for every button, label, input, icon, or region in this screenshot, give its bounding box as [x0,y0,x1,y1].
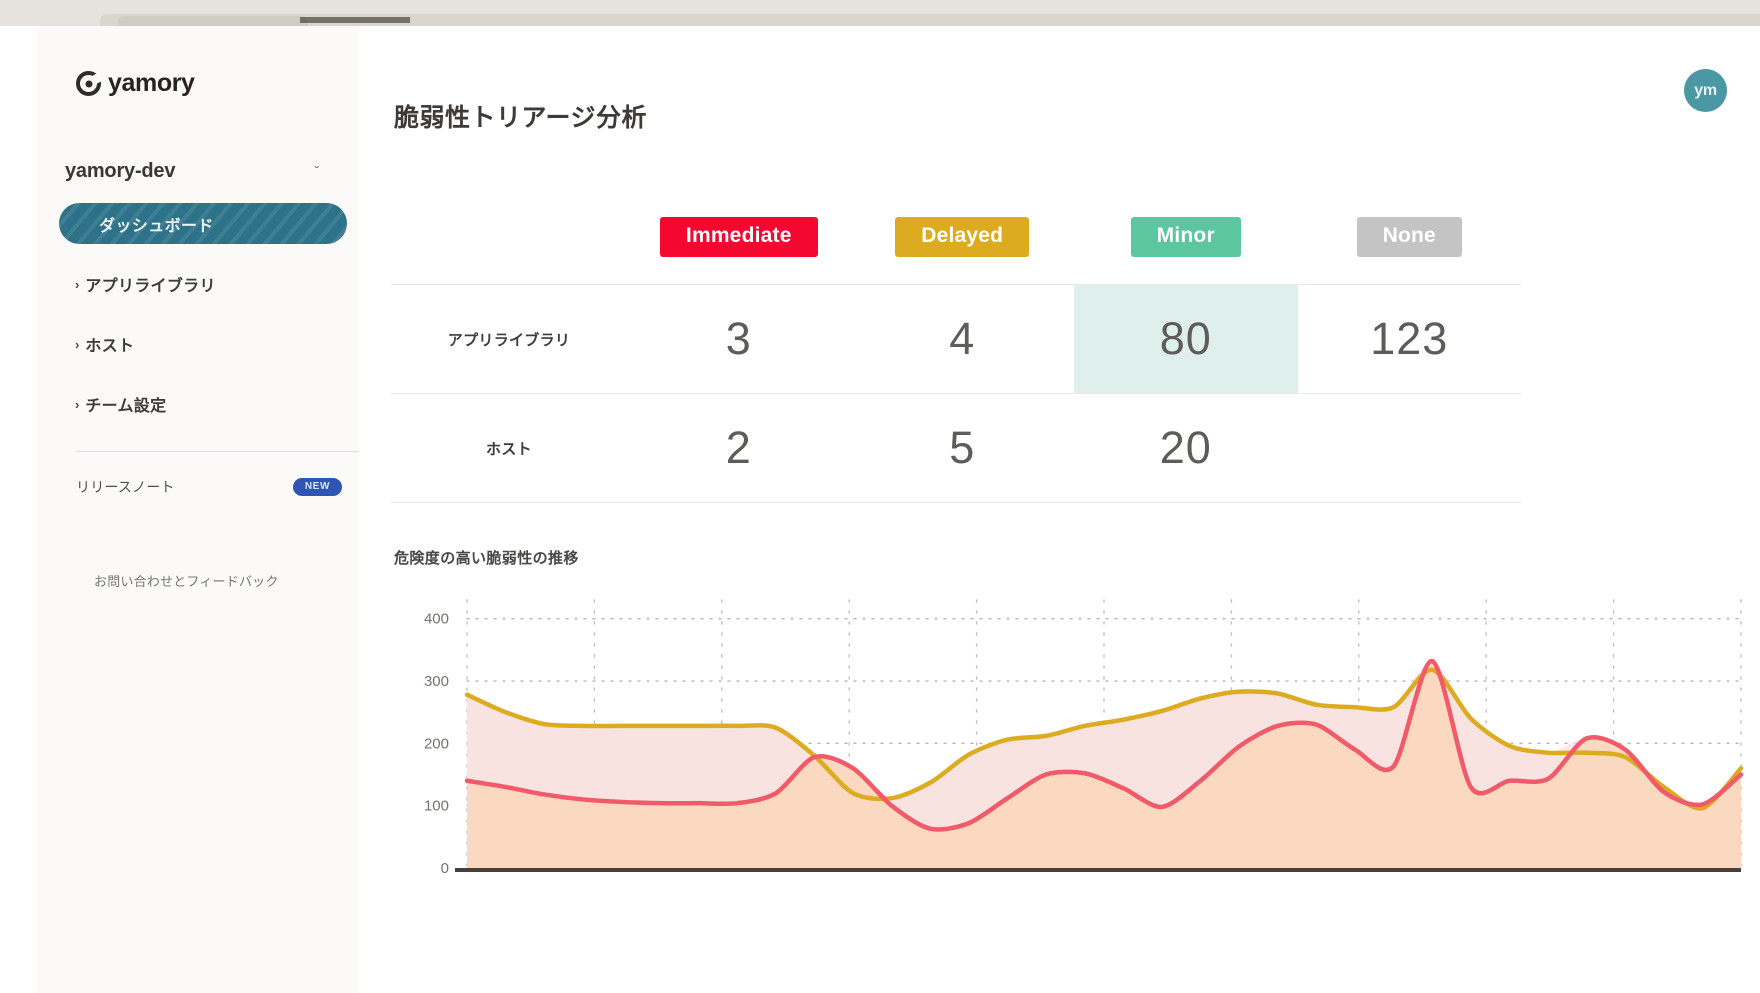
severity-badge-immediate[interactable]: Immediate [659,217,818,257]
chevron-down-icon: ˇ [314,163,319,179]
triage-header-minor: Minor [1074,217,1298,257]
sidebar-item-label: ホスト [85,338,135,355]
y-axis-tick-label: 200 [424,735,449,752]
sidebar-item-team-settings[interactable]: › チーム設定 [59,386,347,422]
sidebar-item-host[interactable]: › ホスト [59,326,347,362]
main-content: 脆弱性トリアージ分析 ym Immediate Delayed Minor No… [359,26,1760,993]
cell-host-minor[interactable]: 20 [1074,394,1298,502]
y-axis-tick-label: 400 [424,611,449,628]
row-label: アプリライブラリ [447,331,571,349]
triage-header-immediate: Immediate [627,217,851,257]
cell-host-delayed[interactable]: 5 [851,394,1075,502]
sidebar-item-app-library[interactable]: › アプリライブラリ [59,266,347,302]
cell-app-library-delayed[interactable]: 4 [851,285,1075,393]
severity-badge-none[interactable]: None [1356,217,1462,257]
brand-name: yamory [108,69,195,97]
triage-header-delayed: Delayed [851,217,1075,257]
browser-tab-title [300,17,410,23]
yamory-logo-icon [76,71,101,96]
y-axis-tick-label: 100 [424,798,449,815]
brand-logo[interactable]: yamory [76,69,195,98]
cell-app-library-immediate[interactable]: 3 [627,285,851,393]
chevron-right-icon: › [75,396,80,412]
sidebar-item-label: アプリライブラリ [85,278,216,295]
sidebar-item-dashboard[interactable]: ダッシュボード [59,203,347,244]
cell-host-immediate[interactable]: 2 [627,394,851,502]
triage-table-header: Immediate Delayed Minor None [391,190,1521,284]
severity-badge-delayed[interactable]: Delayed [895,217,1030,257]
screenshot-root: yamory yamory-dev ˇ ダッシュボード › アプリライブラリ ›… [0,0,1760,993]
sidebar-item-release-notes[interactable]: リリースノート NEW [76,474,342,500]
chevron-right-icon: › [75,276,80,292]
chart-title: 危険度の高い脆弱性の推移 [394,550,579,567]
page-title: 脆弱性トリアージ分析 [394,103,648,132]
row-label: ホスト [486,440,532,458]
triage-header-none: None [1298,217,1522,257]
sidebar-item-label: ダッシュボード [99,217,214,235]
org-name: yamory-dev [65,159,176,182]
cell-app-library-minor[interactable]: 80 [1074,285,1298,393]
table-row: ホスト 2 5 20 [391,393,1521,503]
trend-chart[interactable]: 0 100 200 300 400 [389,586,1749,906]
browser-tab[interactable] [118,16,308,26]
triage-table: Immediate Delayed Minor None アプリライブラリ 3 [391,190,1521,503]
table-row: アプリライブラリ 3 4 80 123 [391,284,1521,393]
browser-chrome [0,0,1760,31]
trend-chart-svg: 0 100 200 300 400 [424,599,1744,877]
y-axis-tick-label: 300 [424,673,449,690]
y-axis-tick-label: 0 [441,860,449,877]
sidebar: yamory yamory-dev ˇ ダッシュボード › アプリライブラリ ›… [37,26,359,993]
sidebar-item-feedback[interactable]: お問い合わせとフィードバック [94,571,279,591]
feedback-label: お問い合わせとフィードバック [94,574,279,589]
severity-badge-minor[interactable]: Minor [1130,217,1241,257]
sidebar-item-label: チーム設定 [85,398,167,415]
app-window: yamory yamory-dev ˇ ダッシュボード › アプリライブラリ ›… [37,26,1760,993]
sidebar-divider [76,451,359,452]
release-notes-label: リリースノート [76,479,175,495]
org-switcher[interactable]: yamory-dev ˇ [65,154,331,188]
cell-app-library-none[interactable]: 123 [1298,285,1522,393]
avatar[interactable]: ym [1684,69,1727,112]
chevron-right-icon: › [75,336,80,352]
cell-host-none[interactable] [1298,394,1522,502]
new-badge: NEW [292,478,342,496]
